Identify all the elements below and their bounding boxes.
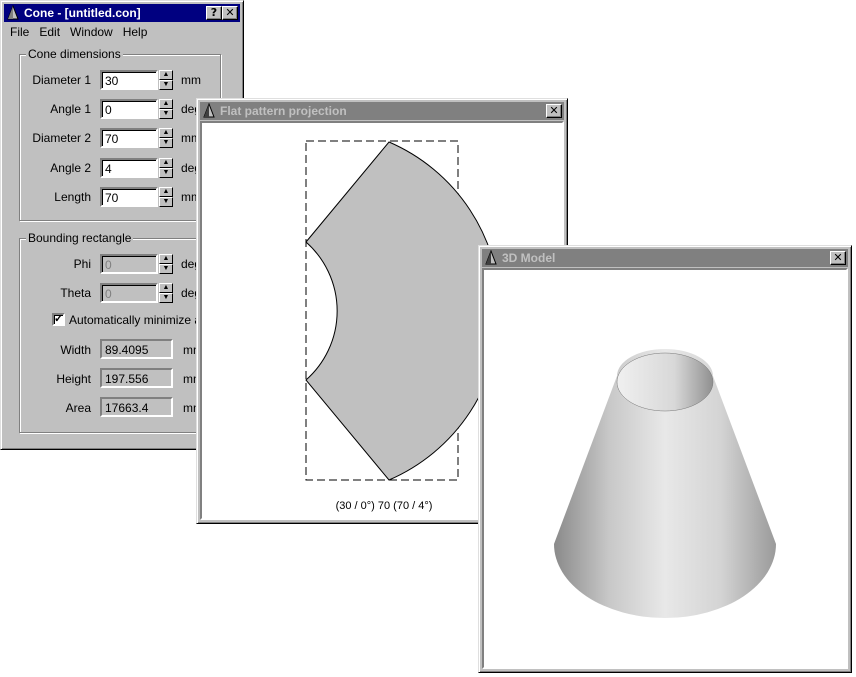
- cone-app-icon: [203, 103, 215, 118]
- bounding-rectangle-label: Bounding rectangle: [26, 231, 134, 245]
- main-titlebar[interactable]: Cone - [untitled.con] ? ✕: [4, 4, 240, 22]
- diameter1-label: Diameter 1: [32, 73, 91, 87]
- area-value: 17663.4: [100, 397, 173, 417]
- flat-pattern-titlebar[interactable]: Flat pattern projection ✕: [200, 102, 564, 120]
- spin-up-icon: ▲: [159, 254, 173, 264]
- 3d-model-canvas: [482, 268, 848, 669]
- spin-down-icon[interactable]: ▼: [159, 109, 173, 119]
- angle1-spinner[interactable]: ▲ ▼: [159, 99, 173, 119]
- length-label: Length: [54, 190, 91, 204]
- height-value: 197.556: [100, 368, 173, 388]
- theta-label: Theta: [60, 286, 91, 300]
- angle1-input[interactable]: 0: [100, 99, 158, 119]
- flat-pattern-shape: [305, 141, 501, 481]
- cone-app-icon: [485, 250, 497, 265]
- menu-window[interactable]: Window: [65, 23, 118, 41]
- theta-spinner: ▲ ▼: [159, 283, 173, 303]
- menu-help[interactable]: Help: [118, 23, 153, 41]
- angle1-label: Angle 1: [50, 102, 91, 116]
- phi-spinner: ▲ ▼: [159, 254, 173, 274]
- spin-up-icon[interactable]: ▲: [159, 158, 173, 168]
- menu-file[interactable]: File: [5, 23, 34, 41]
- close-icon[interactable]: ✕: [222, 6, 238, 20]
- cone-dimensions-label: Cone dimensions: [26, 47, 123, 61]
- auto-minimize-checkbox[interactable]: ✓: [52, 313, 65, 326]
- width-label: Width: [60, 343, 91, 357]
- spin-down-icon[interactable]: ▼: [159, 168, 173, 178]
- diameter2-label: Diameter 2: [32, 131, 91, 145]
- spin-up-icon[interactable]: ▲: [159, 128, 173, 138]
- diameter2-input[interactable]: 70: [100, 128, 158, 148]
- angle2-input[interactable]: 4: [100, 158, 158, 178]
- spin-up-icon[interactable]: ▲: [159, 99, 173, 109]
- spin-down-icon: ▼: [159, 264, 173, 274]
- spin-down-icon[interactable]: ▼: [159, 138, 173, 148]
- diameter1-input[interactable]: 30: [100, 70, 158, 90]
- 3d-model-titlebar[interactable]: 3D Model ✕: [482, 249, 848, 267]
- 3d-model-title: 3D Model: [502, 251, 556, 265]
- phi-input: 0: [100, 254, 158, 274]
- length-spinner[interactable]: ▲ ▼: [159, 187, 173, 207]
- cone-app-icon: [7, 5, 19, 20]
- diameter1-spinner[interactable]: ▲ ▼: [159, 70, 173, 90]
- diameter1-unit: mm: [181, 73, 201, 87]
- spin-up-icon[interactable]: ▲: [159, 70, 173, 80]
- close-icon[interactable]: ✕: [546, 104, 562, 118]
- 3d-cone-model[interactable]: [484, 270, 846, 667]
- spin-up-icon[interactable]: ▲: [159, 187, 173, 197]
- spin-down-icon[interactable]: ▼: [159, 80, 173, 90]
- angle2-spinner[interactable]: ▲ ▼: [159, 158, 173, 178]
- length-input[interactable]: 70: [100, 187, 158, 207]
- angle2-label: Angle 2: [50, 161, 91, 175]
- phi-label: Phi: [73, 257, 91, 271]
- close-icon[interactable]: ✕: [830, 251, 846, 265]
- theta-input: 0: [100, 283, 158, 303]
- width-value: 89.4095: [100, 339, 173, 359]
- spin-down-icon[interactable]: ▼: [159, 197, 173, 207]
- flat-pattern-title: Flat pattern projection: [220, 104, 347, 118]
- spin-up-icon: ▲: [159, 283, 173, 293]
- height-label: Height: [56, 372, 91, 386]
- menubar: File Edit Window Help: [5, 23, 152, 41]
- spin-down-icon: ▼: [159, 293, 173, 303]
- cone-top-opening: [616, 352, 714, 412]
- help-button[interactable]: ?: [206, 6, 222, 20]
- 3d-model-window: 3D Model ✕: [478, 245, 852, 673]
- diameter2-spinner[interactable]: ▲ ▼: [159, 128, 173, 148]
- main-window-title: Cone - [untitled.con]: [24, 6, 141, 20]
- area-label: Area: [65, 401, 91, 415]
- menu-edit[interactable]: Edit: [34, 23, 65, 41]
